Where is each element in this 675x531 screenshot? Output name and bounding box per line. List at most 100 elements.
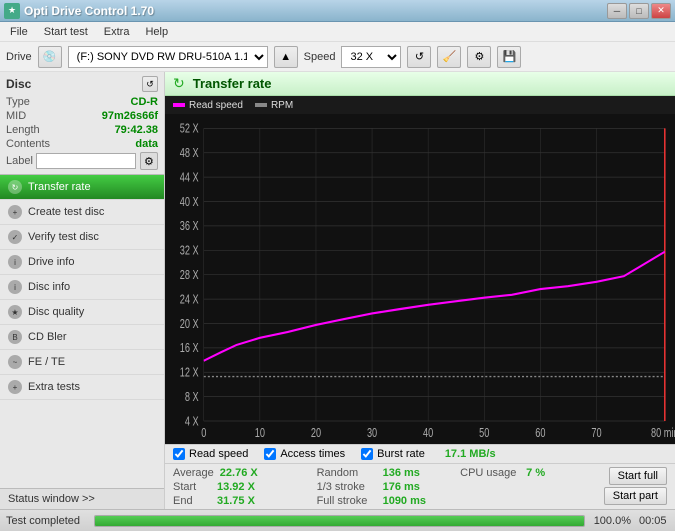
- svg-text:70: 70: [591, 426, 601, 440]
- nav-fe-te[interactable]: ~ FE / TE: [0, 350, 164, 375]
- nav-icon-create-test-disc: +: [8, 205, 22, 219]
- chart-icon: ↻: [173, 75, 185, 92]
- checkbox-access-times-input[interactable]: [264, 448, 276, 460]
- menu-help[interactable]: Help: [139, 24, 174, 40]
- stat-full-stroke-value: 1090 ms: [383, 495, 427, 507]
- drive-select[interactable]: (F:) SONY DVD RW DRU-510A 1.1a: [68, 46, 268, 68]
- checkbox-burst-rate-label: Burst rate: [377, 448, 425, 460]
- nav-label-disc-info: Disc info: [28, 281, 70, 293]
- menu-file[interactable]: File: [4, 24, 34, 40]
- svg-text:36 X: 36 X: [180, 220, 199, 234]
- right-panel: ↻ Transfer rate Read speed RPM: [165, 72, 675, 509]
- menu-start-test[interactable]: Start test: [38, 24, 94, 40]
- stats-col-1: Average 22.76 X Start 13.92 X End 31.75 …: [173, 467, 313, 507]
- options-button[interactable]: ⚙: [467, 46, 491, 68]
- checkbox-read-speed-label: Read speed: [189, 448, 248, 460]
- nav-disc-info[interactable]: i Disc info: [0, 275, 164, 300]
- progress-percentage: 100.0%: [593, 515, 631, 527]
- svg-text:30: 30: [367, 426, 377, 440]
- nav-label-drive-info: Drive info: [28, 256, 74, 268]
- nav-icon-extra-tests: +: [8, 380, 22, 394]
- stat-full-stroke-row: Full stroke 1090 ms: [317, 495, 457, 507]
- disc-length-value: 79:42.38: [115, 124, 158, 136]
- checkbox-burst-rate-input[interactable]: [361, 448, 373, 460]
- drive-icon-button[interactable]: 💿: [38, 46, 62, 68]
- refresh-speed-button[interactable]: ↺: [407, 46, 431, 68]
- chart-svg: 52 X 48 X 44 X 40 X 36 X 32 X 28 X 24 X …: [165, 114, 675, 444]
- speed-select[interactable]: 32 X: [341, 46, 401, 68]
- nav-icon-disc-info: i: [8, 280, 22, 294]
- checkbox-access-times[interactable]: Access times: [264, 448, 345, 460]
- disc-length-row: Length 79:42.38: [6, 124, 158, 136]
- nav-create-test-disc[interactable]: + Create test disc: [0, 200, 164, 225]
- disc-contents-row: Contents data: [6, 138, 158, 150]
- nav-label-cd-bler: CD Bler: [28, 331, 67, 343]
- svg-text:16 X: 16 X: [180, 342, 199, 356]
- maximize-button[interactable]: □: [629, 3, 649, 19]
- stat-random-value: 136 ms: [383, 467, 427, 479]
- stat-stroke-1-3-value: 176 ms: [383, 481, 427, 493]
- minimize-button[interactable]: ─: [607, 3, 627, 19]
- checkbox-read-speed-input[interactable]: [173, 448, 185, 460]
- nav-extra-tests[interactable]: + Extra tests: [0, 375, 164, 400]
- burst-rate-value: 17.1 MB/s: [445, 448, 496, 460]
- nav-verify-test-disc[interactable]: ✓ Verify test disc: [0, 225, 164, 250]
- nav-label-transfer-rate: Transfer rate: [28, 181, 91, 193]
- nav-transfer-rate[interactable]: ↻ Transfer rate: [0, 175, 164, 200]
- menubar: File Start test Extra Help: [0, 22, 675, 42]
- start-part-button[interactable]: Start part: [604, 487, 667, 505]
- stat-cpu-value: 7 %: [526, 467, 556, 479]
- stat-stroke-1-3-row: 1/3 stroke 176 ms: [317, 481, 457, 493]
- app-icon: ★: [4, 3, 20, 19]
- disc-mid-value: 97m26s66f: [102, 110, 158, 122]
- stat-random-row: Random 136 ms: [317, 467, 457, 479]
- nav-icon-drive-info: i: [8, 255, 22, 269]
- nav-cd-bler[interactable]: B CD Bler: [0, 325, 164, 350]
- status-window-button[interactable]: Status window >>: [0, 488, 164, 509]
- checkbox-read-speed[interactable]: Read speed: [173, 448, 248, 460]
- stat-start-row: Start 13.92 X: [173, 481, 313, 493]
- close-button[interactable]: ✕: [651, 3, 671, 19]
- speed-label: Speed: [304, 51, 336, 63]
- svg-text:20 X: 20 X: [180, 317, 199, 331]
- checkbox-burst-rate[interactable]: Burst rate: [361, 448, 425, 460]
- chart-legend: Read speed RPM: [165, 96, 675, 114]
- nav-label-fe-te: FE / TE: [28, 356, 65, 368]
- svg-text:44 X: 44 X: [180, 171, 199, 185]
- nav-icon-transfer-rate: ↻: [8, 180, 22, 194]
- disc-refresh-button[interactable]: ↺: [142, 76, 158, 92]
- stat-start-value: 13.92 X: [217, 481, 259, 493]
- stat-stroke-1-3-label: 1/3 stroke: [317, 481, 377, 493]
- nav-drive-info[interactable]: i Drive info: [0, 250, 164, 275]
- stat-end-row: End 31.75 X: [173, 495, 313, 507]
- stats-col-buttons: Start full Start part: [604, 467, 667, 505]
- disc-type-value: CD-R: [131, 96, 159, 108]
- nav-label-extra-tests: Extra tests: [28, 381, 80, 393]
- legend-color-rpm: [255, 103, 267, 107]
- stat-random-label: Random: [317, 467, 377, 479]
- svg-text:80 min: 80 min: [651, 426, 675, 440]
- nav-icon-verify-test-disc: ✓: [8, 230, 22, 244]
- svg-text:50: 50: [479, 426, 489, 440]
- clear-button[interactable]: 🧹: [437, 46, 461, 68]
- nav-icon-fe-te: ~: [8, 355, 22, 369]
- time-display: 00:05: [639, 515, 669, 527]
- svg-text:32 X: 32 X: [180, 244, 199, 258]
- stat-cpu-row: CPU usage 7 %: [460, 467, 600, 479]
- svg-text:10: 10: [255, 426, 265, 440]
- stat-start-label: Start: [173, 481, 211, 493]
- start-full-button[interactable]: Start full: [609, 467, 667, 485]
- nav-disc-quality[interactable]: ★ Disc quality: [0, 300, 164, 325]
- disc-label-gear-button[interactable]: ⚙: [140, 152, 158, 170]
- svg-text:8 X: 8 X: [185, 391, 199, 405]
- eject-button[interactable]: ▲: [274, 46, 298, 68]
- disc-label-input[interactable]: [36, 153, 136, 169]
- stat-end-label: End: [173, 495, 211, 507]
- checkboxes-row: Read speed Access times Burst rate 17.1 …: [165, 445, 675, 464]
- bottom-controls: Read speed Access times Burst rate 17.1 …: [165, 444, 675, 509]
- checkbox-access-times-label: Access times: [280, 448, 345, 460]
- disc-mid-label: MID: [6, 110, 26, 122]
- menu-extra[interactable]: Extra: [98, 24, 136, 40]
- svg-text:24 X: 24 X: [180, 293, 199, 307]
- save-button[interactable]: 💾: [497, 46, 521, 68]
